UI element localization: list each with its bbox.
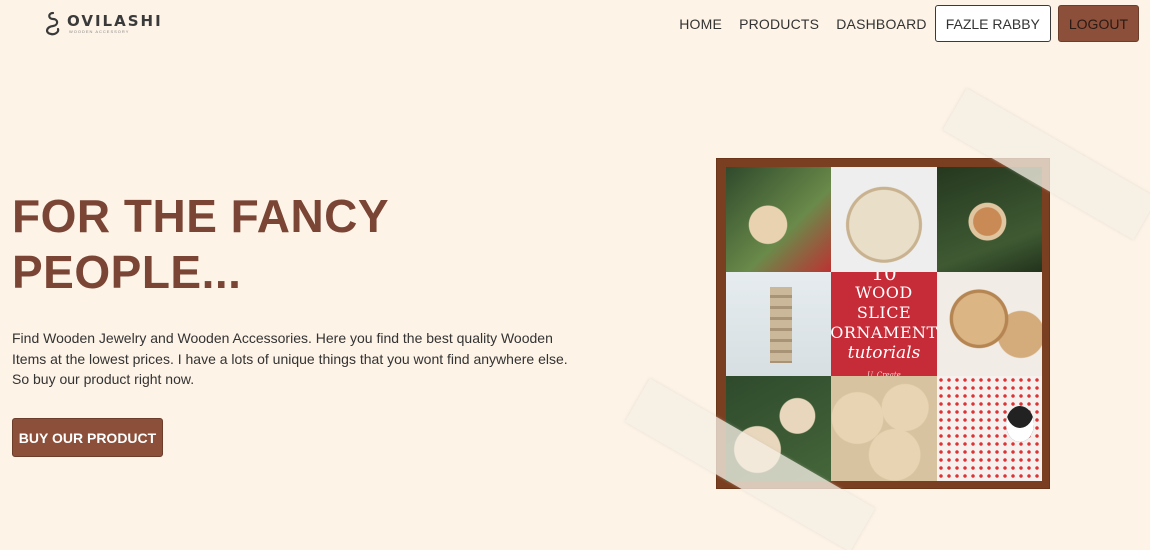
brand-name: OVILASHI	[67, 11, 163, 30]
logo-text-group: OVILASHI WOODEN ACCESSORY	[67, 13, 163, 34]
user-profile-button[interactable]: FAZLE RABBY	[934, 5, 1051, 42]
santa-penguin-ornaments-image	[936, 376, 1042, 481]
mountain-wood-slices-image	[831, 376, 937, 481]
nav-item-dashboard[interactable]: DASHBOARD	[836, 16, 926, 32]
nav-item-products[interactable]: PRODUCTS	[739, 16, 819, 32]
nav-menu: HOME PRODUCTS DASHBOARD FAZLE RABBY LOGO…	[679, 5, 1139, 42]
hero-title: FOR THE FANCY PEOPLE...	[12, 190, 389, 298]
nav-item-home[interactable]: HOME	[679, 16, 722, 32]
collage-grid: 10 WOOD SLICE ORNAMENT tutorials U. Crea…	[726, 167, 1042, 481]
collage-number: 10	[871, 271, 897, 285]
logout-button[interactable]: LOGOUT	[1057, 5, 1139, 42]
collage-title-tile: 10 WOOD SLICE ORNAMENT tutorials U. Crea…	[831, 271, 937, 377]
collage-line-2: ORNAMENT	[831, 323, 937, 342]
logo-swirl-icon	[46, 11, 60, 36]
product-image-collage: 10 WOOD SLICE ORNAMENT tutorials U. Crea…	[716, 158, 1050, 489]
reindeer-wood-slice-image	[831, 167, 937, 272]
pinecone-ornament-image	[936, 167, 1042, 272]
collage-signature: U. Create	[867, 371, 901, 377]
brand-tagline: WOODEN ACCESSORY	[69, 28, 130, 34]
heart-wood-slice-image	[936, 271, 1042, 377]
wood-tree-ornament-image	[726, 271, 832, 377]
navbar: OVILASHI WOODEN ACCESSORY HOME PRODUCTS …	[0, 0, 1150, 48]
hero-description: Find Wooden Jewelry and Wooden Accessori…	[12, 330, 568, 387]
collage-line-3: tutorials	[847, 343, 921, 363]
snowman-ornament-image	[726, 167, 832, 272]
buy-product-button[interactable]: BUY OUR PRODUCT	[12, 418, 163, 457]
collage-line-1: WOOD SLICE	[855, 283, 913, 322]
brand-logo[interactable]: OVILASHI WOODEN ACCESSORY	[42, 10, 163, 36]
